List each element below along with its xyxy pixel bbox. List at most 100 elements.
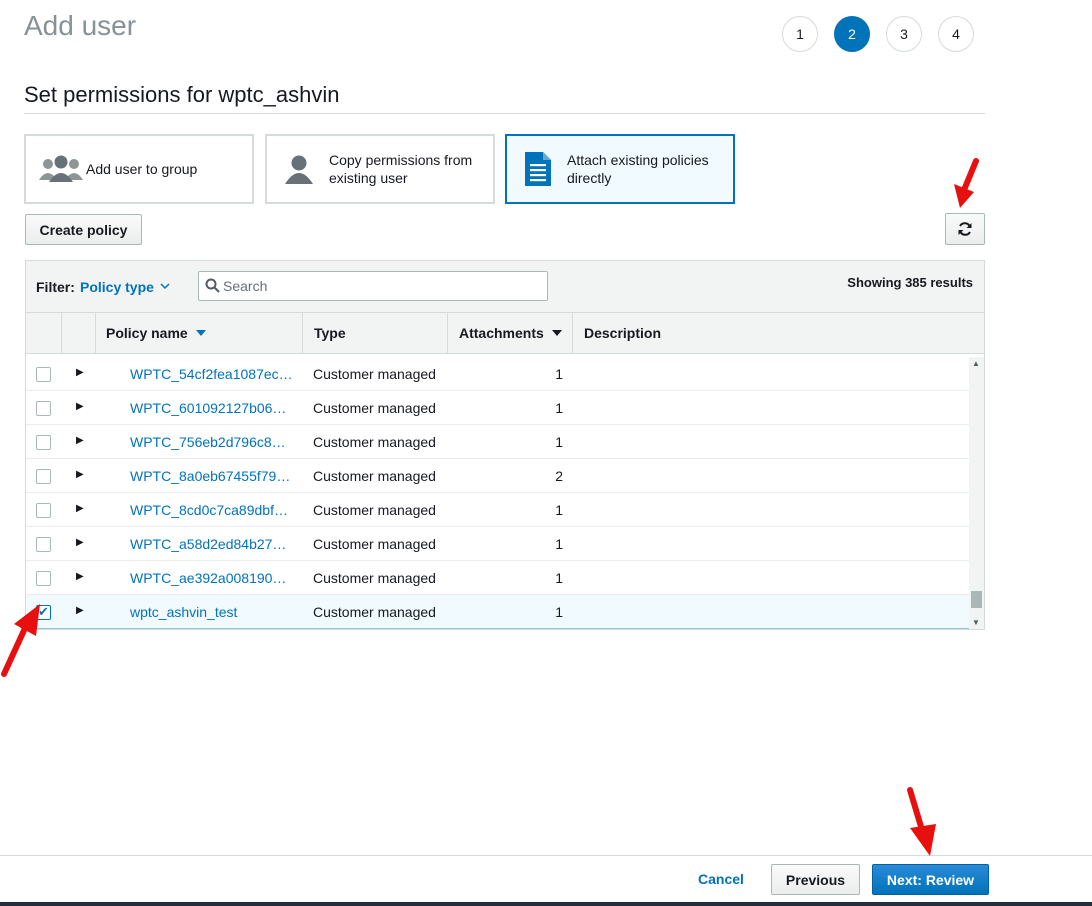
footer-divider bbox=[0, 855, 1092, 856]
filter-label: Filter: bbox=[36, 279, 75, 295]
policy-type: Customer managed bbox=[313, 536, 436, 552]
policy-attachments: 1 bbox=[555, 400, 563, 416]
option-copy-permissions-label: Copy permissions from existing user bbox=[329, 152, 473, 186]
scroll-up-icon[interactable]: ▲ bbox=[972, 359, 980, 368]
column-attachments-label: Attachments bbox=[459, 325, 544, 341]
refresh-icon bbox=[957, 221, 973, 237]
policy-attachments: 1 bbox=[555, 366, 563, 382]
table-row[interactable]: ▶ WPTC_601092127b06… Customer managed 1 bbox=[26, 391, 969, 425]
policy-attachments: 1 bbox=[555, 434, 563, 450]
step-1[interactable]: 1 bbox=[782, 16, 818, 52]
table-scrollbar[interactable]: ▲ ▼ bbox=[969, 357, 984, 629]
policy-attachments: 1 bbox=[555, 570, 563, 586]
row-checkbox-checked[interactable] bbox=[36, 604, 51, 620]
search-input[interactable] bbox=[223, 276, 543, 296]
row-checkbox[interactable] bbox=[36, 401, 51, 416]
policy-attachments: 1 bbox=[555, 502, 563, 518]
results-count: Showing 385 results bbox=[847, 275, 973, 290]
footer-base-bar bbox=[0, 902, 1092, 906]
column-attachments[interactable]: Attachments bbox=[448, 313, 573, 353]
policy-name-link[interactable]: WPTC_a58d2ed84b27… bbox=[130, 536, 298, 552]
option-add-to-group-label: Add user to group bbox=[86, 161, 198, 177]
section-divider bbox=[24, 113, 985, 114]
policy-name-link[interactable]: WPTC_54cf2fea1087ec… bbox=[130, 366, 298, 382]
filter-policy-type-dropdown[interactable]: Policy type bbox=[80, 279, 154, 295]
row-checkbox[interactable] bbox=[36, 367, 51, 382]
row-checkbox[interactable] bbox=[36, 571, 51, 586]
annotation-arrow-icon bbox=[954, 158, 979, 208]
policy-name-link[interactable]: WPTC_601092127b06… bbox=[130, 400, 298, 416]
expand-caret-icon[interactable]: ▶ bbox=[76, 469, 84, 480]
expand-caret-icon[interactable]: ▶ bbox=[76, 503, 84, 514]
policy-name-link[interactable]: WPTC_8cd0c7ca89dbf… bbox=[130, 502, 298, 518]
option-attach-policies-label: Attach existing policies directly bbox=[567, 152, 709, 186]
expand-caret-icon[interactable]: ▶ bbox=[76, 435, 84, 446]
table-row[interactable]: ▶ WPTC_8a0eb67455f79… Customer managed 2 bbox=[26, 459, 969, 493]
policy-attachments: 2 bbox=[555, 468, 563, 484]
row-checkbox[interactable] bbox=[36, 435, 51, 450]
expand-caret-icon[interactable]: ▶ bbox=[76, 401, 84, 412]
cancel-link[interactable]: Cancel bbox=[698, 871, 744, 887]
scroll-down-icon[interactable]: ▼ bbox=[972, 618, 980, 627]
expand-caret-icon[interactable]: ▶ bbox=[76, 571, 84, 582]
row-checkbox[interactable] bbox=[36, 537, 51, 552]
expand-caret-icon[interactable]: ▶ bbox=[76, 537, 84, 548]
create-policy-button[interactable]: Create policy bbox=[25, 214, 142, 245]
next-review-button[interactable]: Next: Review bbox=[872, 864, 989, 895]
column-policy-name-label: Policy name bbox=[106, 325, 188, 341]
table-row[interactable]: ▶ WPTC_a58d2ed84b27… Customer managed 1 bbox=[26, 527, 969, 561]
column-type[interactable]: Type bbox=[303, 313, 448, 353]
chevron-down-icon[interactable] bbox=[160, 279, 170, 293]
option-attach-policies[interactable]: Attach existing policies directly bbox=[505, 134, 735, 204]
policy-name-link[interactable]: wptc_ashvin_test bbox=[130, 604, 298, 620]
policy-name-link[interactable]: WPTC_ae392a008190… bbox=[130, 570, 298, 586]
policy-type: Customer managed bbox=[313, 366, 436, 382]
refresh-button[interactable] bbox=[945, 213, 985, 245]
table-row[interactable]: ▶ WPTC_8cd0c7ca89dbf… Customer managed 1 bbox=[26, 493, 969, 527]
step-2[interactable]: 2 bbox=[834, 16, 870, 52]
annotation-arrow-icon bbox=[907, 787, 936, 856]
scrollbar-thumb[interactable] bbox=[971, 591, 982, 608]
group-icon bbox=[38, 154, 84, 184]
sort-down-icon bbox=[551, 328, 562, 339]
expand-caret-icon[interactable]: ▶ bbox=[76, 367, 84, 378]
row-checkbox[interactable] bbox=[36, 469, 51, 484]
column-policy-name[interactable]: Policy name bbox=[96, 313, 303, 353]
policy-type: Customer managed bbox=[313, 400, 436, 416]
option-copy-permissions[interactable]: Copy permissions from existing user bbox=[265, 134, 495, 204]
policies-table: Filter: Policy type Showing 385 results … bbox=[25, 260, 985, 630]
section-title: Set permissions for wptc_ashvin bbox=[24, 82, 340, 107]
expand-caret-icon[interactable]: ▶ bbox=[76, 605, 84, 616]
policy-name-link[interactable]: WPTC_8a0eb67455f79… bbox=[130, 468, 298, 484]
policy-type: Customer managed bbox=[313, 570, 436, 586]
policy-type: Customer managed bbox=[313, 468, 436, 484]
table-row[interactable]: ▶ WPTC_ae392a008190… Customer managed 1 bbox=[26, 561, 969, 595]
page-title: Add user bbox=[24, 10, 137, 41]
sort-down-icon bbox=[195, 328, 206, 339]
user-icon bbox=[283, 153, 315, 185]
column-description-label: Description bbox=[584, 325, 662, 341]
policy-type: Customer managed bbox=[313, 434, 436, 450]
step-3[interactable]: 3 bbox=[886, 16, 922, 52]
document-icon bbox=[525, 152, 551, 186]
table-header: Policy name Type Attachments Description bbox=[26, 313, 984, 354]
policy-name-link[interactable]: WPTC_756eb2d796c8… bbox=[130, 434, 298, 450]
row-checkbox[interactable] bbox=[36, 503, 51, 518]
column-type-label: Type bbox=[314, 325, 346, 341]
policy-attachments: 1 bbox=[555, 604, 563, 620]
policy-attachments: 1 bbox=[555, 536, 563, 552]
header-select-column bbox=[26, 313, 62, 353]
search-box[interactable] bbox=[198, 271, 548, 301]
step-4[interactable]: 4 bbox=[938, 16, 974, 52]
table-row[interactable]: ▶ WPTC_756eb2d796c8… Customer managed 1 bbox=[26, 425, 969, 459]
option-add-to-group[interactable]: Add user to group bbox=[24, 134, 254, 204]
wizard-steps: 1 2 3 4 bbox=[782, 16, 974, 52]
table-row-selected[interactable]: ▶ wptc_ashvin_test Customer managed 1 bbox=[26, 595, 969, 629]
table-row[interactable]: ▶ WPTC_54cf2fea1087ec… Customer managed … bbox=[26, 357, 969, 391]
header-expand-column bbox=[62, 313, 96, 353]
policy-type: Customer managed bbox=[313, 502, 436, 518]
column-description[interactable]: Description bbox=[573, 313, 984, 353]
filter-bar: Filter: Policy type Showing 385 results bbox=[26, 261, 984, 313]
table-body: ▶ WPTC_54cf2fea1087ec… Customer managed … bbox=[26, 357, 969, 629]
previous-button[interactable]: Previous bbox=[771, 864, 860, 895]
